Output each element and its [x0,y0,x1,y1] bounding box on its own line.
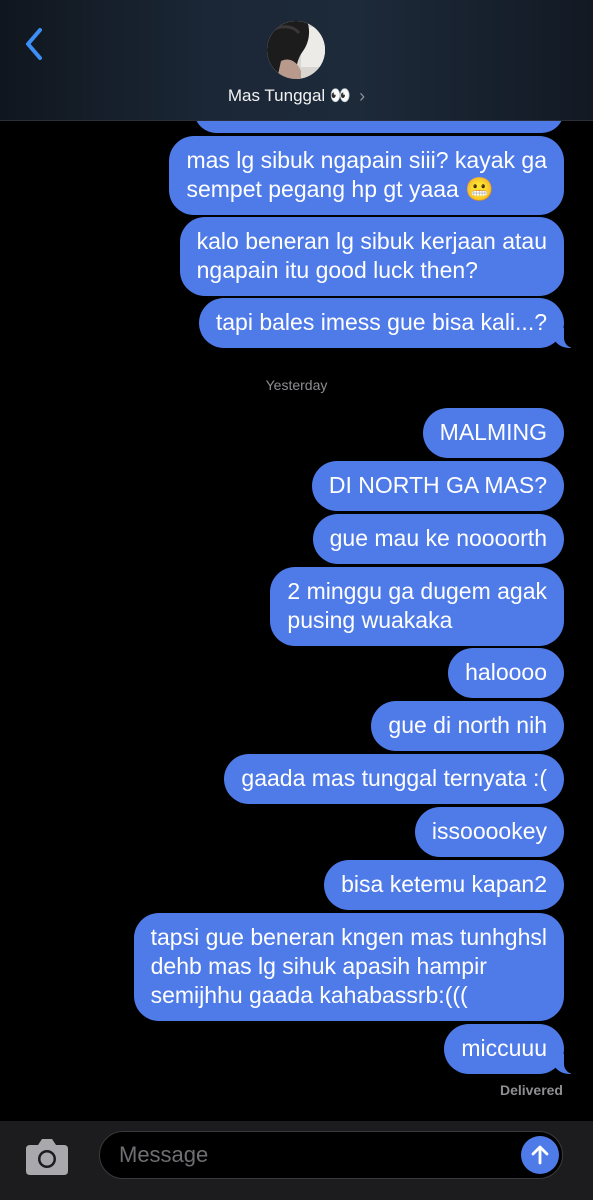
camera-icon [26,1139,68,1175]
message-input[interactable] [99,1131,563,1179]
message-bubble[interactable]: miccuuu [444,1024,577,1074]
composer-bar [0,1121,593,1200]
message-bubble[interactable]: MALMING [422,408,564,458]
message-text: mas lg sibuk ngapain siii? kayak ga semp… [186,147,547,202]
back-button[interactable] [18,26,50,62]
message-bubble[interactable]: 2 minggu ga dugem agak pusing wuakaka [270,567,564,646]
date-separator: Yesterday [265,377,328,393]
message-text: haloooo [465,659,547,685]
message-text: tapsi gue beneran kngen mas tunhghsl deh… [150,924,547,1008]
contact-avatar[interactable] [267,21,325,79]
send-button[interactable] [521,1136,559,1174]
message-thread: mas lg sibuk ngapain siii? kayak ga semp… [0,0,593,1120]
contact-name: Mas Tunggal 👀 [227,86,352,105]
message-text: gue mau ke noooorth [329,525,547,551]
message-bubble[interactable]: tapsi gue beneran kngen mas tunhghsl deh… [133,913,564,1021]
message-bubble[interactable]: gaada mas tunggal ternyata :( [224,754,564,804]
message-text: DI NORTH GA MAS? [328,472,547,498]
message-bubble[interactable]: haloooo [448,648,564,698]
camera-button[interactable] [22,1135,72,1179]
message-text: gue di north nih [388,712,547,738]
message-text: kalo beneran lg sibuk kerjaan atau ngapa… [196,228,547,283]
message-bubble[interactable]: gue mau ke noooorth [312,514,564,564]
message-text: bisa ketemu kapan2 [341,871,547,897]
arrow-up-icon [531,1145,549,1165]
chevron-left-icon [26,28,42,60]
delivery-status: Delivered [499,1082,563,1098]
message-text: tapi bales imess gue bisa kali...? [215,309,547,335]
chevron-right-icon: › [359,85,366,106]
conversation-header: Mas Tunggal 👀 › [0,0,593,121]
message-bubble[interactable]: kalo beneran lg sibuk kerjaan atau ngapa… [179,217,564,296]
message-bubble[interactable]: DI NORTH GA MAS? [311,461,564,511]
message-text: issooookey [431,818,547,844]
message-bubble[interactable]: gue di north nih [371,701,564,751]
message-bubble[interactable]: bisa ketemu kapan2 [324,860,564,910]
message-text: miccuuu [461,1035,547,1061]
message-text: gaada mas tunggal ternyata :( [241,765,547,791]
message-text: MALMING [439,419,547,445]
avatar-photo [267,21,325,79]
message-bubble[interactable]: mas lg sibuk ngapain siii? kayak ga semp… [169,136,564,215]
message-text: 2 minggu ga dugem agak pusing wuakaka [287,578,547,633]
message-bubble[interactable]: issooookey [414,807,564,857]
contact-name-row[interactable]: Mas Tunggal 👀 › [0,85,593,107]
message-bubble[interactable]: tapi bales imess gue bisa kali...? [198,298,578,348]
